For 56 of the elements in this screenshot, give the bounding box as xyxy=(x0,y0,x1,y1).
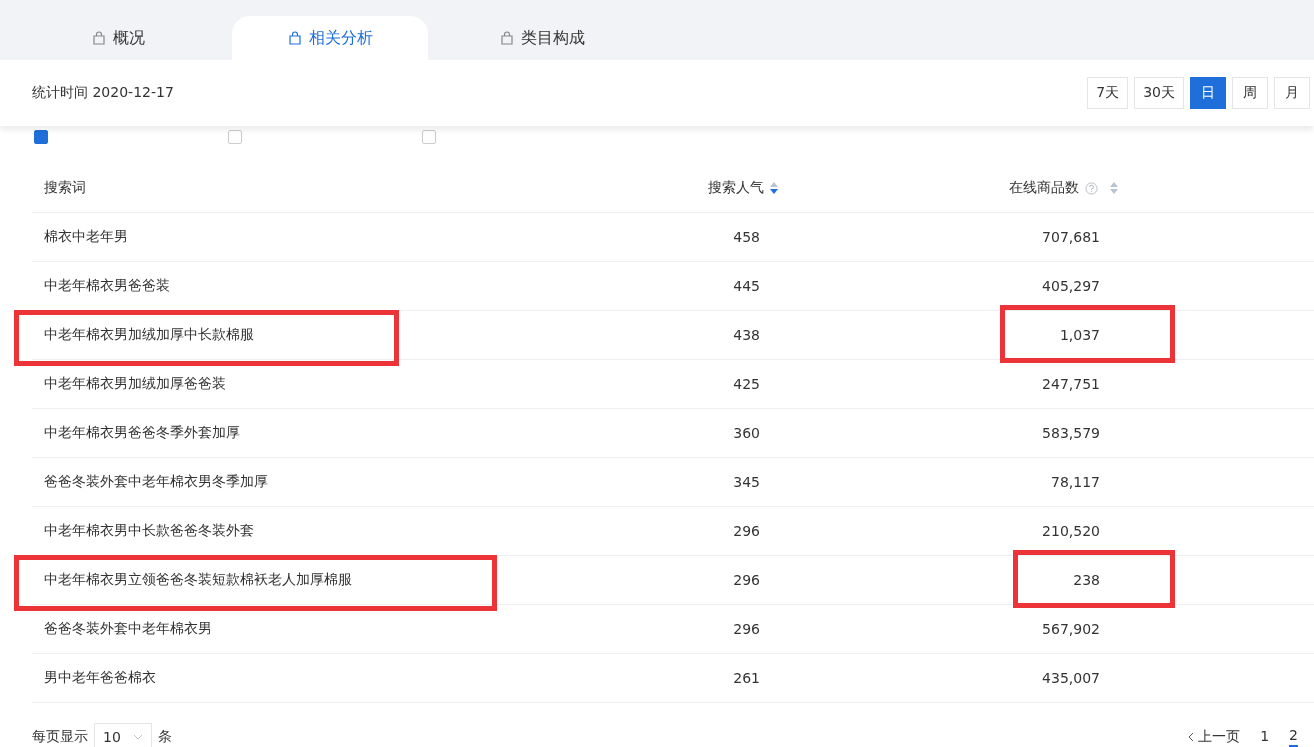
shopping-bag-icon xyxy=(91,31,106,45)
table-cell: 中老年棉衣男加绒加厚爸爸装 xyxy=(44,375,226,393)
table-cell: 261 xyxy=(733,670,760,686)
table-cell: 583,579 xyxy=(1042,425,1100,441)
tab[interactable]: 概况 xyxy=(20,16,216,60)
table-cell: 707,681 xyxy=(1042,229,1100,245)
page-link[interactable]: 1 xyxy=(1260,728,1270,746)
table-cell: 438 xyxy=(733,327,760,343)
page-size-unit: 条 xyxy=(157,728,172,746)
table-cell: 360 xyxy=(733,425,760,441)
table-cell: 458 xyxy=(733,229,760,245)
tab[interactable]: 相关分析 xyxy=(232,16,428,60)
table-cell: 247,751 xyxy=(1042,376,1100,392)
table-cell: 棉衣中老年男 xyxy=(44,228,128,246)
table-cell: 425 xyxy=(733,376,760,392)
sort-icon[interactable] xyxy=(770,182,778,194)
table-cell: 238 xyxy=(1073,572,1100,588)
table-cell: 中老年棉衣男加绒加厚中长款棉服 xyxy=(44,326,254,344)
shopping-bag-icon xyxy=(499,31,514,45)
period-button[interactable]: 30天 xyxy=(1134,77,1184,109)
table-cell: 567,902 xyxy=(1042,621,1100,637)
period-button[interactable]: 周 xyxy=(1232,77,1268,109)
previous-page-link[interactable]: 上一页 xyxy=(1188,728,1241,746)
table-cell: 296 xyxy=(733,523,760,539)
table-cell: 中老年棉衣男立领爸爸冬装短款棉袄老人加厚棉服 xyxy=(44,571,352,589)
table-cell: 345 xyxy=(733,474,760,490)
table-cell: 435,007 xyxy=(1042,670,1100,686)
table-cell: 78,117 xyxy=(1051,474,1100,490)
tab[interactable]: 类目构成 xyxy=(444,16,640,60)
page-link[interactable]: 2 xyxy=(1289,727,1298,747)
help-icon[interactable] xyxy=(1085,181,1098,195)
table-cell: 中老年棉衣男中长款爸爸冬装外套 xyxy=(44,522,254,540)
page-size-dropdown[interactable]: 10 xyxy=(94,723,152,747)
table-cell: 445 xyxy=(733,278,760,294)
period-button[interactable]: 月 xyxy=(1274,77,1310,109)
table-cell: 296 xyxy=(733,572,760,588)
column-header: 搜索词 xyxy=(44,179,86,197)
checkbox[interactable] xyxy=(34,130,48,144)
table-cell: 296 xyxy=(733,621,760,637)
column-header: 搜索人气 xyxy=(708,179,764,197)
chevron-left-icon xyxy=(1188,732,1195,742)
shopping-bag-icon xyxy=(287,31,302,45)
table-cell: 中老年棉衣男爸爸冬季外套加厚 xyxy=(44,424,240,442)
period-button[interactable]: 日 xyxy=(1190,77,1226,109)
table-cell: 爸爸冬装外套中老年棉衣男冬季加厚 xyxy=(44,473,268,491)
caret-icon xyxy=(132,734,143,740)
table-cell: 男中老年爸爸棉衣 xyxy=(44,669,156,687)
table-cell: 405,297 xyxy=(1042,278,1100,294)
table-cell: 爸爸冬装外套中老年棉衣男 xyxy=(44,620,212,638)
stat-time-label: 统计时间 2020-12-17 xyxy=(32,84,174,102)
column-header: 在线商品数 xyxy=(1009,179,1079,197)
table-cell: 1,037 xyxy=(1059,327,1100,343)
table-cell: 中老年棉衣男爸爸装 xyxy=(44,277,170,295)
page-size-label: 每页显示 xyxy=(32,728,88,746)
table-cell: 210,520 xyxy=(1042,523,1100,539)
period-button[interactable]: 7天 xyxy=(1087,77,1129,109)
